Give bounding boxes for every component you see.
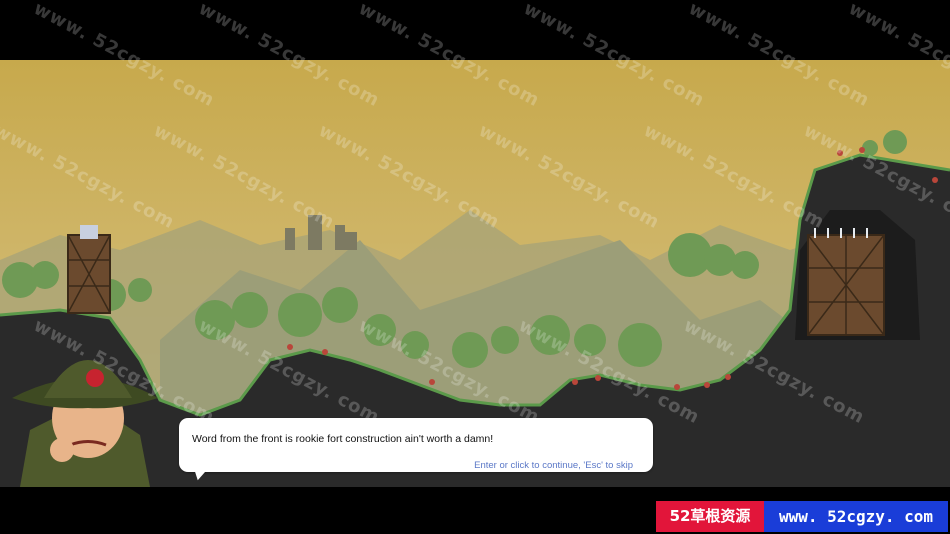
dialog-text: Word from the front is rookie fort const… bbox=[192, 433, 494, 445]
letterbox-top bbox=[0, 0, 950, 60]
left-fort bbox=[67, 225, 111, 314]
right-fort bbox=[807, 228, 885, 336]
brand-label-blue: www. 52cgzy. com bbox=[764, 501, 948, 532]
brand-label-red: 52草根资源 bbox=[656, 501, 764, 532]
dialog-box[interactable]: Word from the front is rookie fort const… bbox=[179, 418, 653, 472]
continue-hint[interactable]: Enter or click to continue, 'Esc' to ski… bbox=[474, 460, 633, 471]
